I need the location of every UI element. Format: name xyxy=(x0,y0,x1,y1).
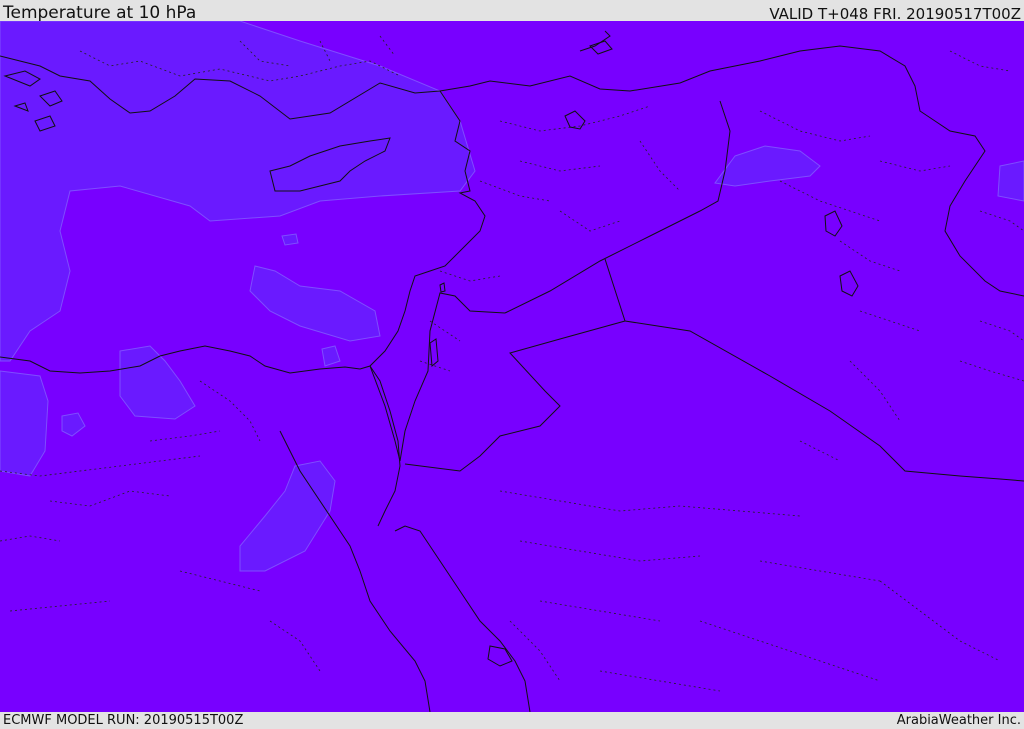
lakes xyxy=(429,40,859,367)
credit-label: ArabiaWeather Inc. xyxy=(896,713,1021,728)
model-run-label: ECMWF MODEL RUN: 20190515T00Z xyxy=(3,713,244,728)
syria-iraq-border xyxy=(504,100,731,314)
syria-provinces xyxy=(479,105,681,232)
cold-area-anatolia xyxy=(0,21,476,362)
iraq-provinces xyxy=(759,110,951,332)
dead-sea xyxy=(429,338,439,367)
sea-of-galilee xyxy=(439,282,446,293)
footer-bar: ECMWF MODEL RUN: 20190515T00Z ArabiaWeat… xyxy=(0,712,1024,729)
cold-area-sinai xyxy=(239,460,336,572)
saudi-provinces xyxy=(499,360,1001,692)
header-bar: Temperature at 10 hPa VALID T+048 FRI. 2… xyxy=(0,0,1024,23)
cold-spot-3 xyxy=(321,345,341,367)
jordan-governorates xyxy=(419,270,501,372)
egypt-israel-border xyxy=(369,365,401,462)
razzaza-lake xyxy=(839,270,859,297)
borders-solid xyxy=(369,45,1024,482)
turkey-syria-border xyxy=(439,55,781,92)
map-title: Temperature at 10 hPa xyxy=(3,3,197,23)
map-canvas xyxy=(0,21,1024,712)
iraq-saudi-border xyxy=(624,320,1024,482)
jordan-border xyxy=(399,292,506,462)
cold-area-iraq xyxy=(714,145,821,187)
iraq-iran-border xyxy=(779,45,1024,297)
red-sea-east xyxy=(394,525,531,712)
farasan-islands xyxy=(487,645,513,667)
gulf-of-suez xyxy=(369,365,401,527)
cold-area-iran xyxy=(997,160,1024,202)
cold-area-mediterranean xyxy=(249,265,381,342)
weather-map[interactable] xyxy=(0,21,1024,712)
van-lake xyxy=(589,40,613,55)
temperature-field-cold xyxy=(0,21,1024,572)
egypt-north-coast xyxy=(0,345,361,374)
tharthar-lake xyxy=(824,210,843,237)
jordan-saudi-border xyxy=(404,258,626,472)
cold-spot-2 xyxy=(281,233,299,246)
iran-provinces xyxy=(949,50,1024,382)
cold-spot-1 xyxy=(61,412,86,437)
cold-area-libya xyxy=(0,370,49,477)
